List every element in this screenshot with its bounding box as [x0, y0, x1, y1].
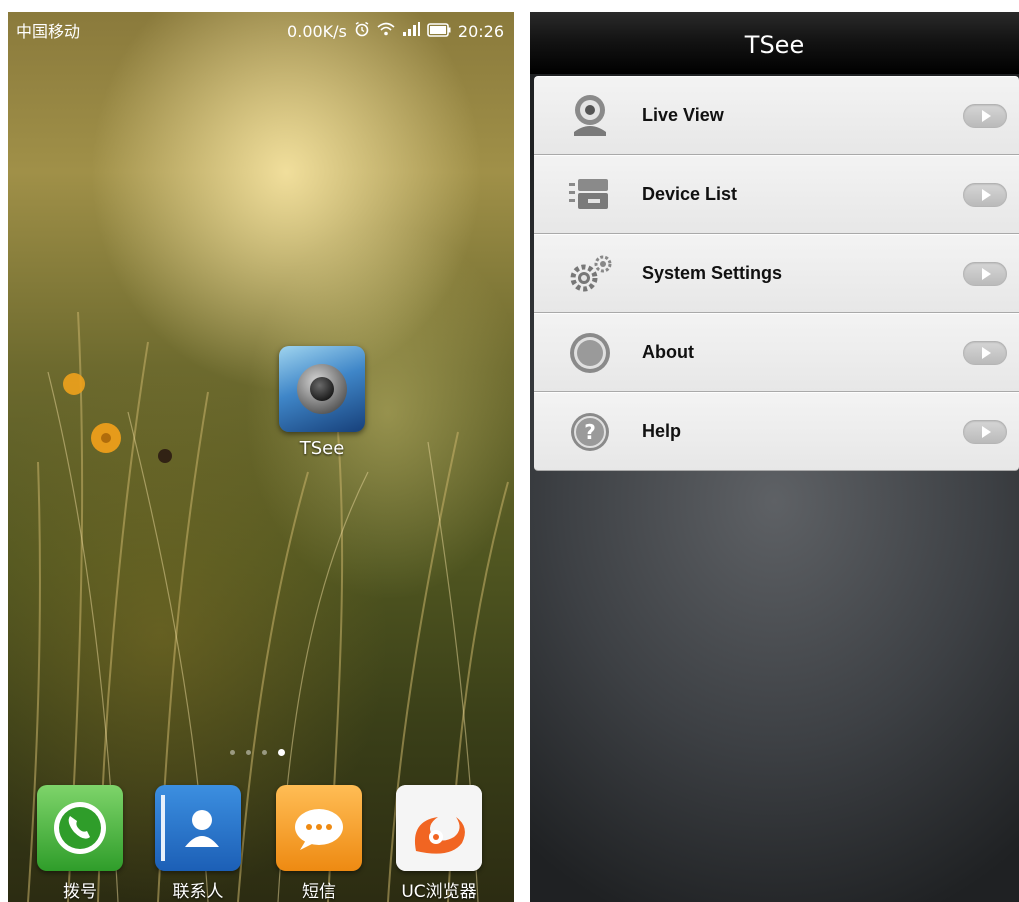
dock-item-contacts[interactable]: 联系人 — [153, 785, 243, 902]
phone-icon[interactable] — [37, 785, 123, 871]
gears-icon — [566, 250, 614, 298]
wifi-icon — [377, 12, 395, 52]
tsee-camera-icon[interactable] — [279, 346, 365, 432]
wallpaper-grass — [27, 311, 509, 902]
app-title-bar: TSee — [530, 12, 1019, 74]
status-bar: 中国移动 0.00K/s 20:26 — [8, 12, 514, 52]
page-dot — [262, 750, 267, 755]
play-arrow-icon — [963, 420, 1007, 444]
page-title: TSee — [744, 31, 805, 59]
alarm-icon — [354, 12, 370, 52]
menu-item-label: Live View — [642, 105, 724, 125]
dock-label: 短信 — [302, 882, 336, 902]
dock-item-sms[interactable]: 短信 — [274, 785, 364, 902]
menu-item-label: Device List — [642, 184, 738, 204]
menu-item-live-view[interactable]: Live View — [534, 76, 1019, 155]
svg-text:?: ? — [584, 420, 596, 444]
help-icon: ? — [566, 408, 614, 456]
main-menu: Live View Device List System Settings Ab… — [534, 76, 1019, 471]
dock-label: UC浏览器 — [401, 882, 477, 902]
uc-browser-icon[interactable] — [396, 785, 482, 871]
signal-icon — [402, 12, 420, 52]
menu-item-label: About — [642, 342, 694, 362]
page-dot — [230, 750, 235, 755]
clock-time: 20:26 — [457, 22, 504, 41]
play-arrow-icon — [963, 183, 1007, 207]
launcher-home-screen: 中国移动 0.00K/s 20:26 TSee 拨号 联系人 短信 UC浏览器 — [8, 12, 514, 902]
desktop-app-label[interactable]: TSee — [279, 438, 365, 459]
menu-item-label: System Settings — [642, 263, 783, 283]
menu-item-device-list[interactable]: Device List — [534, 155, 1019, 234]
dock: 拨号 联系人 短信 UC浏览器 — [8, 782, 514, 902]
carrier-name: 中国移动 — [16, 22, 81, 41]
webcam-icon — [566, 92, 614, 140]
page-indicator — [230, 749, 285, 756]
play-arrow-icon — [963, 104, 1007, 128]
play-arrow-icon — [963, 341, 1007, 365]
about-circle-icon — [566, 329, 614, 377]
contacts-icon[interactable] — [155, 785, 241, 871]
menu-item-system-settings[interactable]: System Settings — [534, 234, 1019, 313]
page-dot-active — [278, 749, 285, 756]
sms-icon[interactable] — [276, 785, 362, 871]
menu-item-about[interactable]: About — [534, 313, 1019, 392]
battery-icon — [427, 12, 451, 52]
device-list-icon — [566, 171, 614, 219]
play-arrow-icon — [963, 262, 1007, 286]
page-dot — [246, 750, 251, 755]
dock-label: 拨号 — [63, 882, 97, 902]
dock-item-dialer[interactable]: 拨号 — [35, 785, 125, 902]
menu-item-label: Help — [642, 421, 682, 441]
dock-label: 联系人 — [172, 882, 224, 902]
dock-item-uc-browser[interactable]: UC浏览器 — [394, 785, 484, 902]
menu-item-help[interactable]: ? Help — [534, 392, 1019, 471]
net-speed: 0.00K/s — [287, 22, 347, 41]
tsee-app-screen: TSee Live View Device List System Settin… — [530, 12, 1019, 902]
status-indicators: 0.00K/s 20:26 — [287, 12, 504, 52]
